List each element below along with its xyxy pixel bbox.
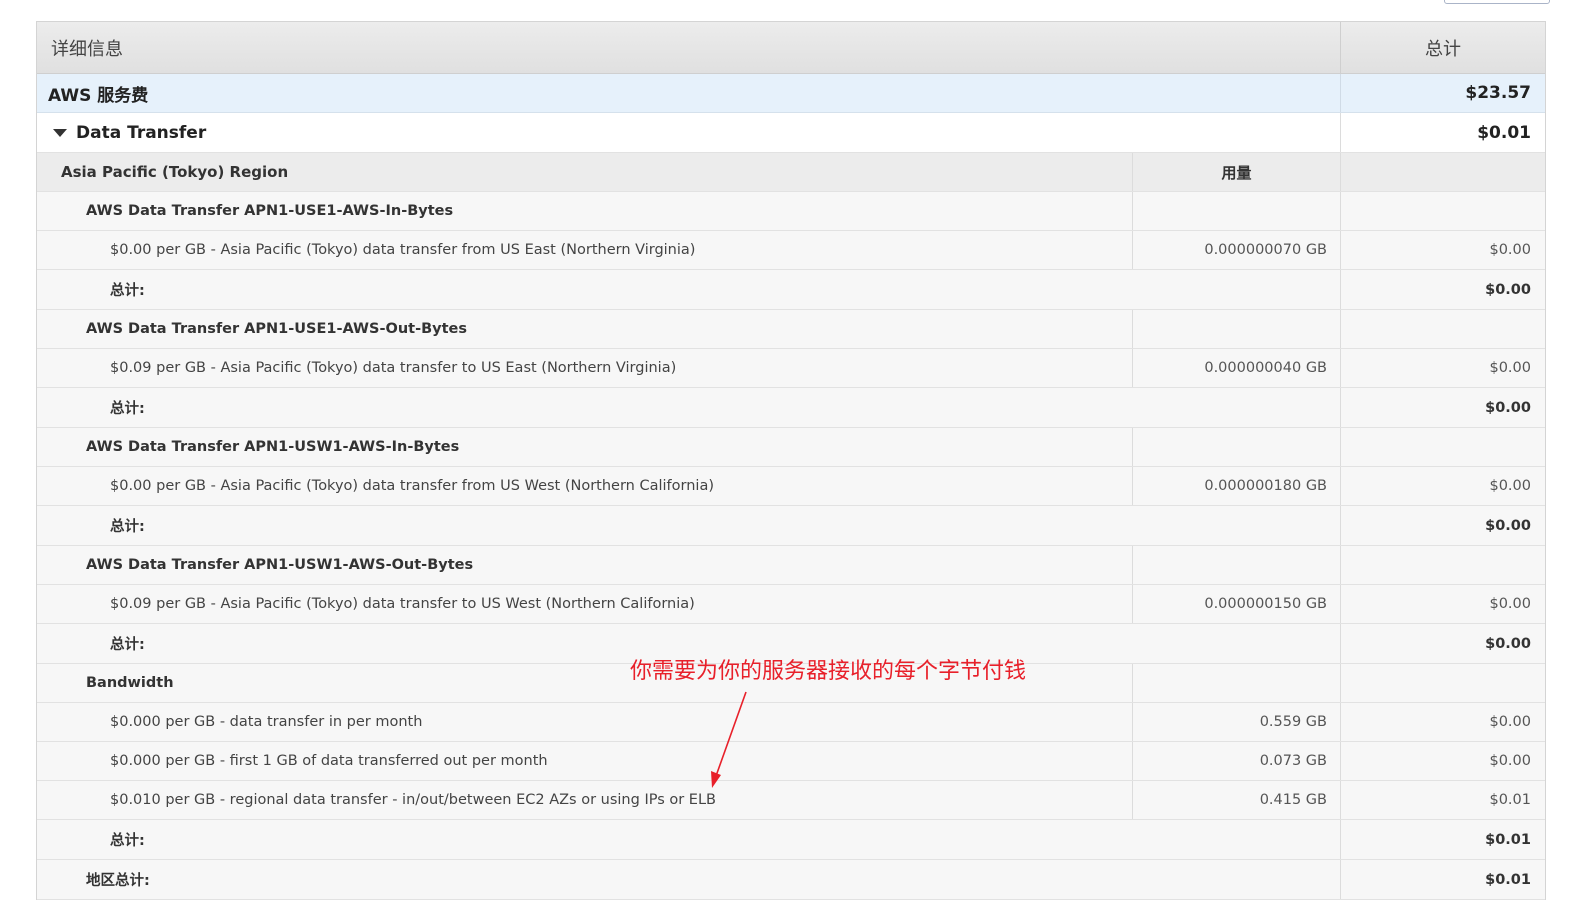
annotation-arrow-icon [711, 691, 747, 788]
